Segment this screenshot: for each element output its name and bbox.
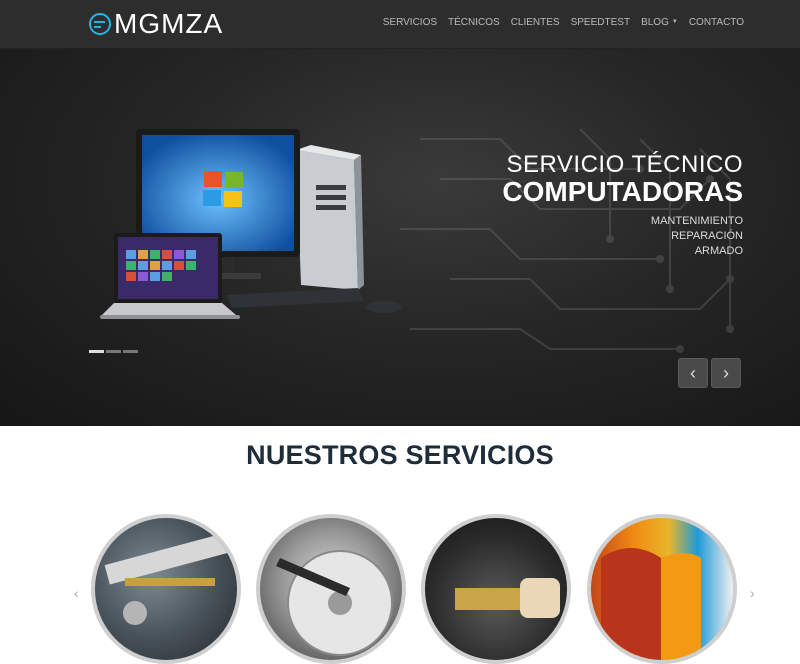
carousel-indicators	[89, 350, 138, 353]
chevron-left-icon: ‹	[690, 362, 696, 383]
nav-item-tecnicos[interactable]: TÉCNICOS	[448, 17, 500, 28]
nav-item-servicios[interactable]: SERVICIOS	[383, 17, 437, 28]
hero-title-line2: COMPUTADORAS	[502, 176, 743, 207]
hero-subtitle-reparacion: REPARACIÓN	[671, 230, 743, 242]
nav-item-contacto[interactable]: CONTACTO	[689, 17, 744, 28]
chevron-right-icon: ›	[750, 585, 755, 601]
brand-name: MGMZA	[114, 8, 224, 39]
windows-logo-image	[601, 548, 701, 660]
carousel-indicator-2[interactable]	[106, 350, 121, 353]
nav-item-clientes[interactable]: CLIENTES	[511, 17, 560, 28]
chevron-right-icon: ›	[723, 362, 729, 383]
carousel-next-button[interactable]: ›	[711, 358, 741, 388]
computer-hero-image	[100, 129, 402, 319]
network-cable-image	[455, 578, 560, 618]
service-windows-logo-image[interactable]	[587, 514, 737, 664]
logo-ring-icon	[89, 13, 111, 35]
carousel-prev-button[interactable]: ‹	[678, 358, 708, 388]
hero-subtitles: MANTENIMIENTO REPARACIÓN ARMADO	[651, 214, 743, 259]
hero-subtitle-mantenimiento: MANTENIMIENTO	[650, 215, 743, 227]
nav-item-blog[interactable]: BLOG ▼	[641, 17, 678, 28]
section-title: NUESTROS SERVICIOS	[246, 440, 554, 470]
hero-title-line1: SERVICIO TÉCNICO	[506, 151, 743, 178]
hard-drive-image	[276, 550, 393, 656]
brand-logo[interactable]: MGMZA	[89, 9, 223, 39]
services-prev-arrow[interactable]: ‹	[74, 585, 79, 601]
service-hard-drive-image[interactable]	[256, 514, 406, 664]
top-navbar: MGMZA SERVICIOS TÉCNICOS CLIENTES SPEEDT…	[0, 0, 800, 49]
chevron-left-icon: ‹	[74, 585, 79, 601]
service-network-cable-image[interactable]	[421, 514, 571, 664]
carousel-indicator-1[interactable]	[89, 350, 104, 353]
caret-down-icon: ▼	[671, 19, 678, 26]
carousel-indicator-3[interactable]	[123, 350, 138, 353]
engine-repair-image	[104, 531, 236, 625]
nav-item-blog-label: BLOG	[641, 17, 669, 28]
hero-carousel: SERVICIO TÉCNICO COMPUTADORAS MANTENIMIE…	[0, 49, 800, 426]
hero-subtitle-armado: ARMADO	[694, 245, 743, 257]
service-engine-repair-image[interactable]	[91, 514, 241, 664]
services-next-arrow[interactable]: ›	[750, 585, 755, 601]
nav-item-speedtest[interactable]: SPEEDTEST	[571, 17, 630, 28]
main-nav: SERVICIOS TÉCNICOS CLIENTES SPEEDTEST BL…	[372, 17, 744, 28]
